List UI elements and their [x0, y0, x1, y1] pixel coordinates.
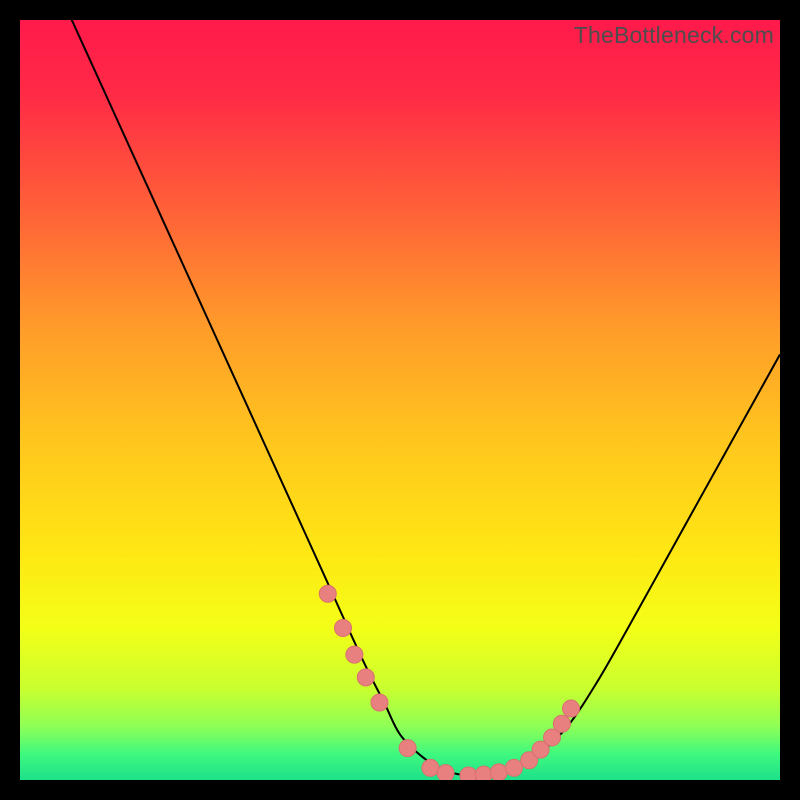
highlighted-point [346, 646, 363, 663]
highlighted-point [371, 694, 388, 711]
watermark-text: TheBottleneck.com [574, 22, 774, 49]
bottleneck-chart [20, 20, 780, 780]
chart-frame: TheBottleneck.com [20, 20, 780, 780]
highlighted-point [357, 669, 374, 686]
highlighted-point [437, 765, 454, 780]
highlighted-point [399, 740, 416, 757]
highlighted-point [563, 700, 580, 717]
highlighted-point [490, 764, 507, 780]
highlighted-point [319, 585, 336, 602]
highlighted-point [460, 767, 477, 780]
gradient-background [20, 20, 780, 780]
highlighted-point [335, 620, 352, 637]
highlighted-point [553, 715, 570, 732]
highlighted-point [506, 759, 523, 776]
highlighted-point [475, 766, 492, 780]
highlighted-point [422, 759, 439, 776]
